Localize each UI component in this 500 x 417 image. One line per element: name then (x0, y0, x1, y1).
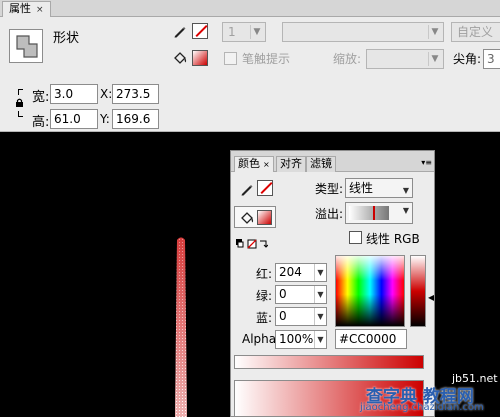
color-panel-tab-bar: 颜色 × 对齐 滤镜 ▾≡ (231, 151, 434, 172)
chevron-down-icon: ▼ (402, 186, 409, 195)
overflow-label: 溢出: (315, 207, 344, 221)
slider-handle-icon[interactable]: ◀ (428, 293, 434, 302)
chevron-down-icon[interactable]: ▼ (314, 286, 326, 303)
stroke-size-value: 1 (228, 25, 236, 39)
stroke-size-select[interactable]: 1 ▼ (222, 22, 266, 42)
type-value: 线性 (349, 181, 374, 195)
close-icon[interactable]: × (263, 160, 270, 169)
corner-label: 尖角: (453, 52, 482, 66)
properties-tab-bar: 属性 × (0, 0, 500, 17)
y-input[interactable]: 169.6 (112, 109, 159, 129)
properties-panel: 属性 × 形状 1 ▼ ▼ 自定义 笔触提示 缩放: ▼ 尖角: 3 宽: 3.0… (0, 0, 500, 132)
tab-align[interactable]: 对齐 (276, 156, 306, 172)
chevron-down-icon: ▼ (402, 206, 409, 215)
chevron-down-icon: ▼ (250, 25, 263, 39)
gradient-definition-bar[interactable] (234, 355, 424, 369)
chevron-down-icon: ▼ (428, 52, 441, 66)
alpha-value: 100% (279, 332, 314, 346)
chevron-down-icon: ▼ (428, 25, 441, 39)
stage-shape[interactable] (170, 236, 192, 417)
height-label: 高: (32, 115, 50, 130)
chevron-down-icon[interactable]: ▼ (314, 331, 326, 348)
fill-color-swatch[interactable] (257, 210, 272, 225)
shape-label: 形状 (53, 31, 80, 46)
blue-value: 0 (279, 309, 287, 323)
shape-type-icon (9, 29, 43, 63)
linear-rgb-checkbox[interactable] (349, 231, 362, 244)
swap-colors-icon[interactable] (236, 239, 269, 252)
close-icon[interactable]: × (36, 5, 44, 15)
blue-input[interactable]: 0 ▼ (275, 307, 327, 326)
stroke-hint-checkbox[interactable] (224, 52, 237, 65)
pencil-icon[interactable] (172, 23, 188, 39)
green-label: 绿: (256, 289, 273, 303)
y-label: Y: (100, 112, 110, 126)
stroke-style-select[interactable]: ▼ (282, 22, 444, 42)
pencil-icon[interactable] (239, 181, 255, 197)
overflow-preview (349, 206, 389, 220)
x-label: X: (100, 87, 113, 101)
green-input[interactable]: 0 ▼ (275, 285, 327, 304)
tab-filters[interactable]: 滤镜 (306, 156, 336, 172)
fill-color-swatch[interactable] (192, 50, 208, 66)
overflow-select[interactable]: ▼ (345, 202, 413, 224)
type-label: 类型: (315, 182, 344, 196)
chevron-down-icon[interactable]: ▼ (314, 308, 326, 325)
lock-bracket-bottom (18, 111, 23, 117)
paint-bucket-icon (239, 210, 255, 226)
scale-label: 缩放: (333, 52, 362, 66)
custom-stroke-button[interactable]: 自定义 (451, 22, 500, 42)
stroke-color-swatch[interactable] (192, 23, 208, 39)
width-label: 宽: (32, 90, 50, 105)
hex-color-input[interactable]: #CC0000 (335, 329, 407, 349)
watermark: jb51.net 查字典 教程网 jiaocheng.chazidian.com (360, 370, 500, 417)
lock-icon[interactable] (15, 98, 24, 107)
color-spectrum-picker[interactable] (335, 255, 405, 327)
linear-rgb-label: 线性 RGB (366, 232, 420, 246)
watermark-sub: jiaocheng.chazidian.com (360, 402, 484, 413)
brightness-slider[interactable] (410, 255, 426, 327)
chevron-down-icon[interactable]: ▼ (314, 264, 326, 281)
tab-color[interactable]: 颜色 × (234, 156, 274, 172)
stroke-hint-label: 笔触提示 (242, 52, 291, 66)
paint-bucket-icon[interactable] (172, 50, 188, 66)
tab-properties-label: 属性 (9, 2, 31, 15)
lock-bracket-top (18, 89, 23, 95)
tab-properties[interactable]: 属性 × (2, 1, 51, 17)
red-label: 红: (256, 267, 273, 281)
stroke-color-swatch[interactable] (257, 180, 273, 196)
panel-menu-icon[interactable]: ▾≡ (421, 158, 432, 167)
alpha-input[interactable]: 100% ▼ (275, 330, 327, 349)
red-input[interactable]: 204 ▼ (275, 263, 327, 282)
width-input[interactable]: 3.0 (50, 84, 98, 104)
red-value: 204 (279, 265, 302, 279)
fill-selector[interactable] (234, 206, 276, 228)
type-select[interactable]: 线性 ▼ (345, 178, 413, 198)
blue-label: 蓝: (256, 311, 273, 325)
tab-color-label: 颜色 (238, 157, 260, 170)
green-value: 0 (279, 287, 287, 301)
scale-select[interactable]: ▼ (366, 49, 444, 69)
corner-input[interactable]: 3 (483, 49, 500, 69)
height-input[interactable]: 61.0 (50, 109, 98, 129)
x-input[interactable]: 273.5 (112, 84, 159, 104)
